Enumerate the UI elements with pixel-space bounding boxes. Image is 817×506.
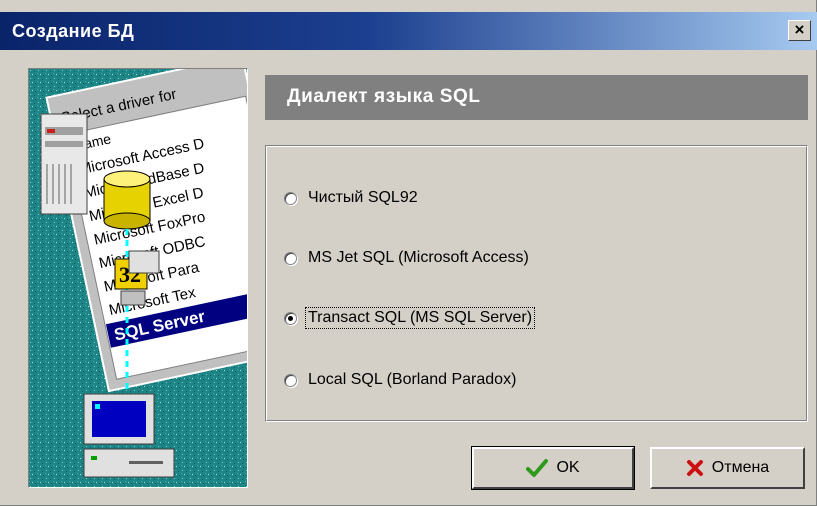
radio-ms-jet-sql[interactable]: MS Jet SQL (Microsoft Access) [284, 246, 531, 270]
wizard-illustration: Select a driver for Name Microsoft Acces… [28, 68, 248, 488]
close-button[interactable]: × [788, 20, 811, 41]
radio-label[interactable]: Transact SQL (MS SQL Server) [304, 307, 536, 329]
radio-local-sql[interactable]: Local SQL (Borland Paradox) [284, 368, 518, 392]
dialect-options-group: Чистый SQL92 MS Jet SQL (Microsoft Acces… [265, 145, 808, 422]
close-icon: × [794, 20, 805, 39]
section-title: Диалект языка SQL [287, 86, 481, 107]
ok-button-label: OK [556, 459, 580, 476]
radio-label[interactable]: Local SQL (Borland Paradox) [306, 370, 518, 390]
database-icon [103, 170, 151, 230]
radio-button-selected[interactable] [284, 311, 297, 325]
radio-button[interactable] [284, 191, 297, 205]
title-bar[interactable]: Создание БД × [0, 12, 817, 50]
dialog-window: Создание БД × Select a driver for Name M… [0, 0, 817, 506]
radio-label[interactable]: Чистый SQL92 [306, 188, 420, 208]
radio-button[interactable] [284, 251, 297, 265]
section-header: Диалект языка SQL [265, 75, 808, 120]
cancel-button-label: Отмена [711, 459, 770, 476]
cancel-button[interactable]: Отмена [650, 447, 805, 489]
radio-transact-sql[interactable]: Transact SQL (MS SQL Server) [284, 306, 536, 330]
server-icon [40, 113, 88, 215]
ok-button[interactable]: OK [471, 446, 635, 490]
radio-sql92[interactable]: Чистый SQL92 [284, 186, 420, 210]
radio-button[interactable] [284, 373, 297, 387]
radio-label[interactable]: MS Jet SQL (Microsoft Access) [306, 248, 531, 268]
window-title: Создание БД [12, 21, 135, 41]
cross-icon [686, 459, 704, 477]
check-icon [526, 458, 549, 478]
